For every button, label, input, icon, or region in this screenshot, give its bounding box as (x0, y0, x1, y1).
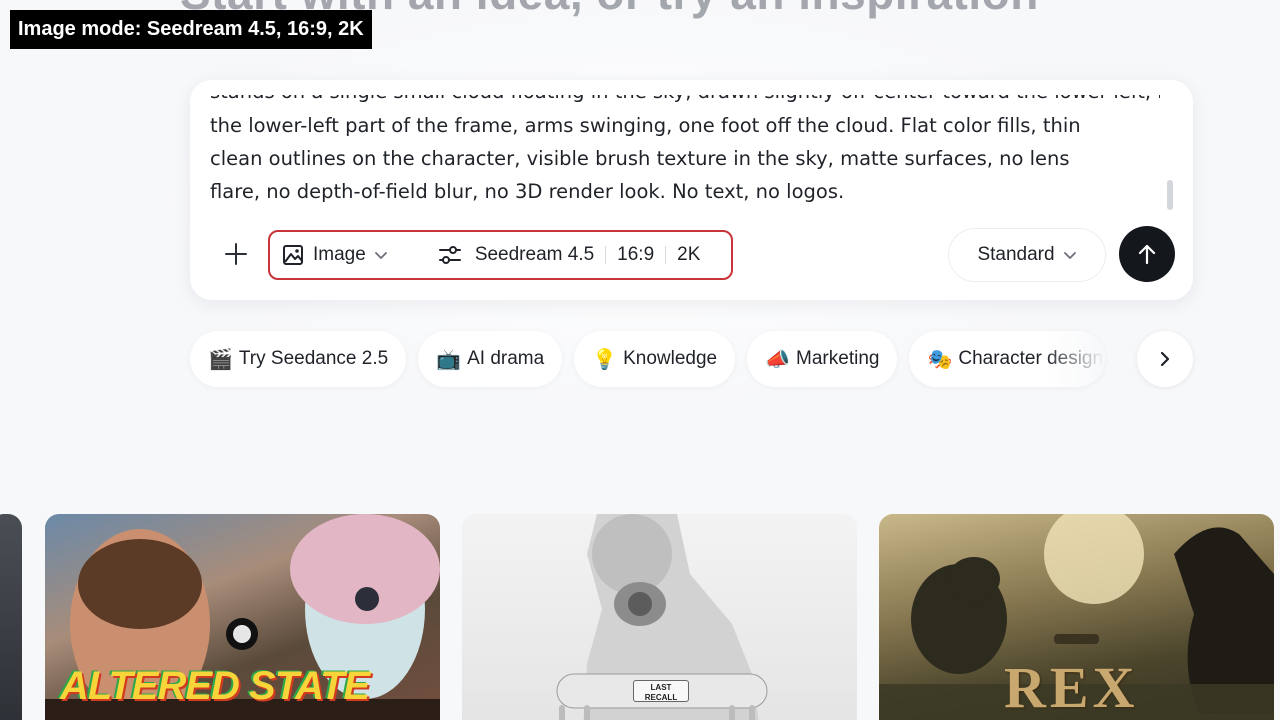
clapperboard-icon: 🎬 (208, 348, 233, 371)
gallery-card[interactable] (0, 514, 22, 720)
chip-try-seedance[interactable]: 🎬 Try Seedance 2.5 (190, 331, 407, 387)
image-icon (283, 245, 303, 265)
chip-marketing[interactable]: 📣 Marketing (747, 331, 898, 387)
tv-icon: 📺 (436, 348, 462, 371)
chevron-right-icon (1160, 351, 1170, 367)
quality-dropdown[interactable]: Standard (948, 228, 1106, 282)
prompt-composer: stands on a single small cloud floating … (190, 80, 1193, 300)
card-title: ALTERED STATE (60, 664, 370, 708)
chips-next-button[interactable] (1137, 331, 1193, 387)
prompt-input[interactable]: stands on a single small cloud floating … (210, 95, 1160, 208)
prompt-line: the lower-left part of the frame, arms s… (210, 114, 1081, 137)
card-title: REX (1004, 655, 1139, 720)
send-button[interactable] (1119, 226, 1175, 282)
chip-label: Knowledge (623, 348, 718, 369)
mode-label: Image (313, 244, 366, 265)
prompt-scrollbar[interactable] (1167, 180, 1173, 210)
lightbulb-icon: 💡 (592, 348, 618, 371)
chip-ai-drama[interactable]: 📺 AI drama (418, 331, 563, 387)
chevron-down-icon (374, 252, 387, 259)
quality-label: Standard (977, 244, 1055, 265)
prompt-line: clean outlines on the character, visible… (210, 147, 1070, 170)
add-attachment-button[interactable] (218, 236, 254, 272)
chevron-down-icon (1063, 252, 1076, 259)
plus-icon (225, 243, 247, 265)
chip-knowledge[interactable]: 💡 Knowledge (574, 331, 736, 387)
divider (665, 246, 667, 264)
gallery-card[interactable]: LAST RECALL (462, 514, 857, 720)
arrow-up-icon (1138, 244, 1156, 265)
chip-label: Try Seedance 2.5 (238, 348, 389, 369)
aspect-ratio-label: 16:9 (617, 244, 655, 265)
chip-label: AI drama (467, 348, 545, 369)
card-title: LAST RECALL (633, 680, 689, 702)
theater-masks-icon: 🎭 (927, 348, 953, 371)
mode-caption: Image mode: Seedream 4.5, 16:9, 2K (10, 10, 372, 49)
gallery-card[interactable]: ALTERED STATE (45, 514, 440, 720)
divider (605, 246, 607, 264)
resolution-label: 2K (677, 244, 701, 265)
chip-label: Character design (958, 348, 1104, 369)
generation-settings-group: Image Seedream 4.5 16:9 2K (268, 230, 733, 280)
chip-character-design[interactable]: 🎭 Character design (909, 331, 1106, 387)
megaphone-icon: 📣 (765, 348, 791, 371)
chip-label: Marketing (796, 348, 880, 369)
sliders-icon (438, 246, 461, 264)
gallery-card[interactable]: REX (879, 514, 1274, 720)
prompt-line: stands on a single small cloud floating … (210, 95, 1160, 109)
mode-dropdown[interactable]: Image (282, 237, 388, 273)
model-label: Seedream 4.5 (474, 244, 595, 265)
inspiration-chips: 🎬 Try Seedance 2.5 📺 AI drama 💡 Knowledg… (190, 331, 1117, 387)
model-settings-button[interactable]: Seedream 4.5 16:9 2K (438, 237, 701, 273)
prompt-line: flare, no depth-of-field blur, no 3D ren… (210, 180, 845, 203)
